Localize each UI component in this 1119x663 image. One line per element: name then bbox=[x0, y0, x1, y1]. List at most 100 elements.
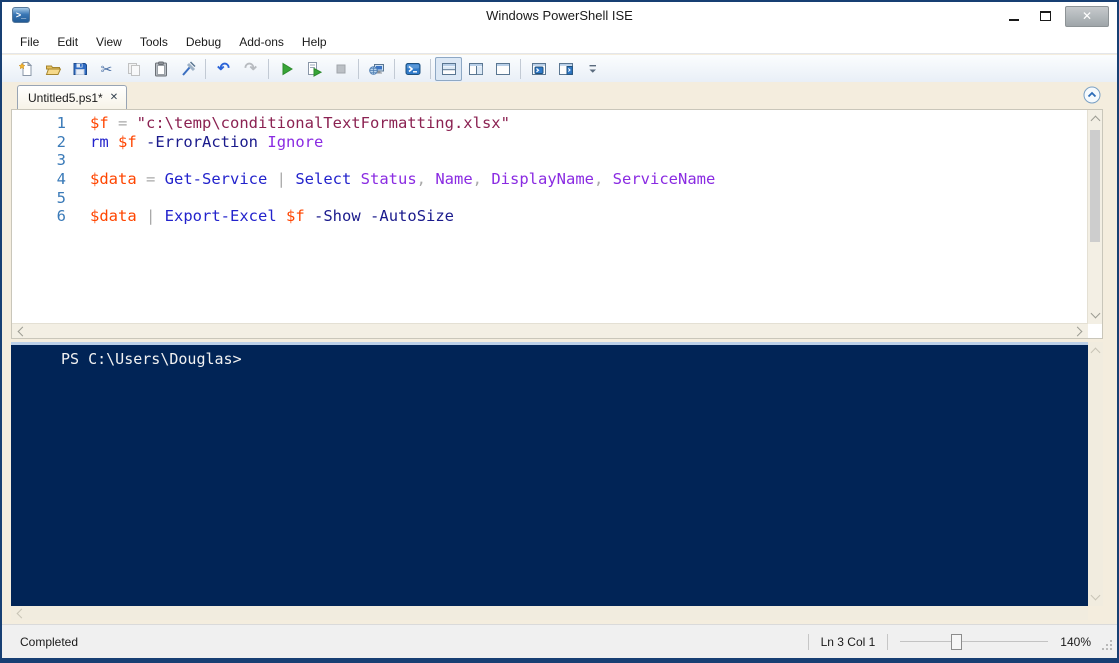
pane-right-button[interactable] bbox=[462, 57, 489, 81]
window-title: Windows PowerShell ISE bbox=[486, 8, 633, 23]
scroll-right-icon[interactable] bbox=[1072, 326, 1083, 337]
code-token: DisplayName bbox=[491, 170, 594, 189]
code-line[interactable]: 2 rm $f -ErrorAction Ignore bbox=[12, 133, 1087, 152]
code-line[interactable]: 6 $data | Export-Excel $f -Show -AutoSize bbox=[12, 207, 1087, 226]
menu-item-addons[interactable]: Add-ons bbox=[230, 32, 293, 52]
window-controls: ✕ bbox=[1003, 2, 1109, 30]
save-icon bbox=[72, 61, 88, 77]
cut-button[interactable]: ✂ bbox=[93, 57, 120, 81]
console-pane[interactable]: PS C:\Users\Douglas> bbox=[11, 342, 1088, 606]
remote-tab-button[interactable] bbox=[363, 57, 390, 81]
paste-button[interactable] bbox=[147, 57, 174, 81]
undo-button[interactable]: ↶ bbox=[210, 57, 237, 81]
console-vertical-scrollbar[interactable] bbox=[1088, 342, 1103, 606]
status-bar: Completed Ln 3 Col 1 140% bbox=[2, 624, 1117, 658]
console-horizontal-scrollbar[interactable] bbox=[11, 606, 1088, 620]
redo-icon: ↷ bbox=[244, 59, 257, 77]
copy-button bbox=[120, 57, 147, 81]
menu-item-tools[interactable]: Tools bbox=[131, 32, 177, 52]
scroll-left-icon[interactable] bbox=[16, 608, 27, 619]
pane-right-icon bbox=[468, 61, 484, 77]
run-selection-button[interactable] bbox=[300, 57, 327, 81]
maximize-icon bbox=[1039, 11, 1051, 21]
tab-close-icon[interactable]: ✕ bbox=[110, 92, 118, 103]
code-token: , bbox=[416, 170, 436, 189]
overflow-button[interactable] bbox=[579, 57, 606, 81]
editor-horizontal-scrollbar[interactable] bbox=[12, 323, 1088, 338]
menu-bar: File Edit View Tools Debug Add-ons Help bbox=[2, 30, 1117, 54]
code-token: = bbox=[108, 114, 137, 132]
editor-vscroll-thumb[interactable] bbox=[1090, 130, 1100, 242]
scroll-left-icon[interactable] bbox=[17, 326, 28, 337]
code-token: $data bbox=[90, 207, 137, 226]
powershell-button[interactable] bbox=[399, 57, 426, 81]
remote-tab-icon bbox=[368, 61, 385, 77]
tab-untitled5[interactable]: Untitled5.ps1* ✕ bbox=[17, 85, 128, 109]
code-token: "c:\temp\conditionalTextFormatting.xlsx" bbox=[136, 114, 510, 132]
scroll-up-icon[interactable] bbox=[1090, 347, 1101, 358]
script-editor-pane[interactable]: 1 $f = "c:\temp\conditionalTextFormatting… bbox=[11, 109, 1103, 339]
code-token: | bbox=[267, 170, 296, 189]
code-token: -AutoSize bbox=[370, 207, 455, 226]
minimize-button[interactable] bbox=[1003, 6, 1025, 26]
code-token: $data bbox=[90, 170, 137, 189]
collapse-script-pane-button[interactable] bbox=[1083, 86, 1101, 104]
code-line[interactable]: 5 bbox=[12, 189, 1087, 208]
editor-vertical-scrollbar[interactable] bbox=[1087, 110, 1102, 324]
chevron-up-icon bbox=[1083, 86, 1101, 104]
new-script-icon bbox=[18, 60, 34, 77]
maximize-button[interactable] bbox=[1034, 6, 1056, 26]
save-button[interactable] bbox=[66, 57, 93, 81]
code-line[interactable]: 3 bbox=[12, 151, 1087, 170]
resize-grip-icon[interactable] bbox=[1101, 639, 1114, 655]
stop-button bbox=[327, 57, 354, 81]
code-line[interactable]: 4 $data = Get-Service | Select Status, Na… bbox=[12, 170, 1087, 189]
close-button[interactable]: ✕ bbox=[1065, 5, 1109, 27]
new-script-button[interactable] bbox=[12, 57, 39, 81]
open-button[interactable] bbox=[39, 57, 66, 81]
run-button[interactable] bbox=[273, 57, 300, 81]
zoom-level: 140% bbox=[1060, 635, 1091, 649]
title-bar: >_ Windows PowerShell ISE ✕ bbox=[2, 2, 1117, 30]
powershell-ise-window: >_ Windows PowerShell ISE ✕ File Edit View… bbox=[0, 0, 1119, 663]
code-area[interactable]: 1 $f = "c:\temp\conditionalTextFormatting… bbox=[12, 114, 1087, 226]
zoom-slider[interactable] bbox=[900, 633, 1049, 651]
run-selection-icon bbox=[306, 61, 322, 77]
clear-pane-icon bbox=[180, 60, 196, 77]
toolbar-separator bbox=[430, 58, 431, 79]
console-pane-container: PS C:\Users\Douglas> bbox=[11, 342, 1103, 620]
scroll-down-icon[interactable] bbox=[1090, 308, 1101, 319]
status-separator bbox=[807, 634, 809, 650]
stop-icon bbox=[333, 61, 349, 77]
command-window-button[interactable] bbox=[525, 57, 552, 81]
menu-item-file[interactable]: File bbox=[11, 32, 48, 52]
menu-item-view[interactable]: View bbox=[87, 32, 131, 52]
status-right-cluster: Ln 3 Col 1 140% bbox=[807, 625, 1091, 659]
code-token: $f bbox=[286, 207, 305, 226]
code-token: Name bbox=[435, 170, 473, 189]
zoom-slider-thumb[interactable] bbox=[950, 634, 962, 650]
tab-strip: Untitled5.ps1* ✕ bbox=[2, 82, 1117, 109]
pane-top-button[interactable] bbox=[435, 56, 462, 81]
tab-label: Untitled5.ps1* bbox=[28, 90, 103, 105]
menu-item-edit[interactable]: Edit bbox=[48, 32, 87, 52]
menu-item-debug[interactable]: Debug bbox=[177, 32, 230, 52]
pane-top-icon bbox=[441, 61, 457, 77]
command-addon-button[interactable] bbox=[552, 57, 579, 81]
code-token: Select bbox=[295, 170, 352, 189]
scroll-down-icon[interactable] bbox=[1090, 590, 1101, 601]
zoom-slider-track[interactable] bbox=[900, 641, 1049, 642]
code-token: -Show bbox=[314, 207, 361, 226]
toolbar: ✂ ↶ ↷ bbox=[2, 55, 1117, 82]
run-icon bbox=[279, 61, 295, 77]
menu-item-help[interactable]: Help bbox=[293, 32, 336, 52]
clear-pane-button[interactable] bbox=[174, 57, 201, 81]
scroll-up-icon[interactable] bbox=[1090, 115, 1101, 126]
code-token: Export-Excel bbox=[164, 207, 277, 226]
code-line[interactable]: 1 $f = "c:\temp\conditionalTextFormatting… bbox=[12, 114, 1087, 133]
code-token: rm bbox=[90, 132, 109, 151]
pane-max-button[interactable] bbox=[489, 57, 516, 81]
